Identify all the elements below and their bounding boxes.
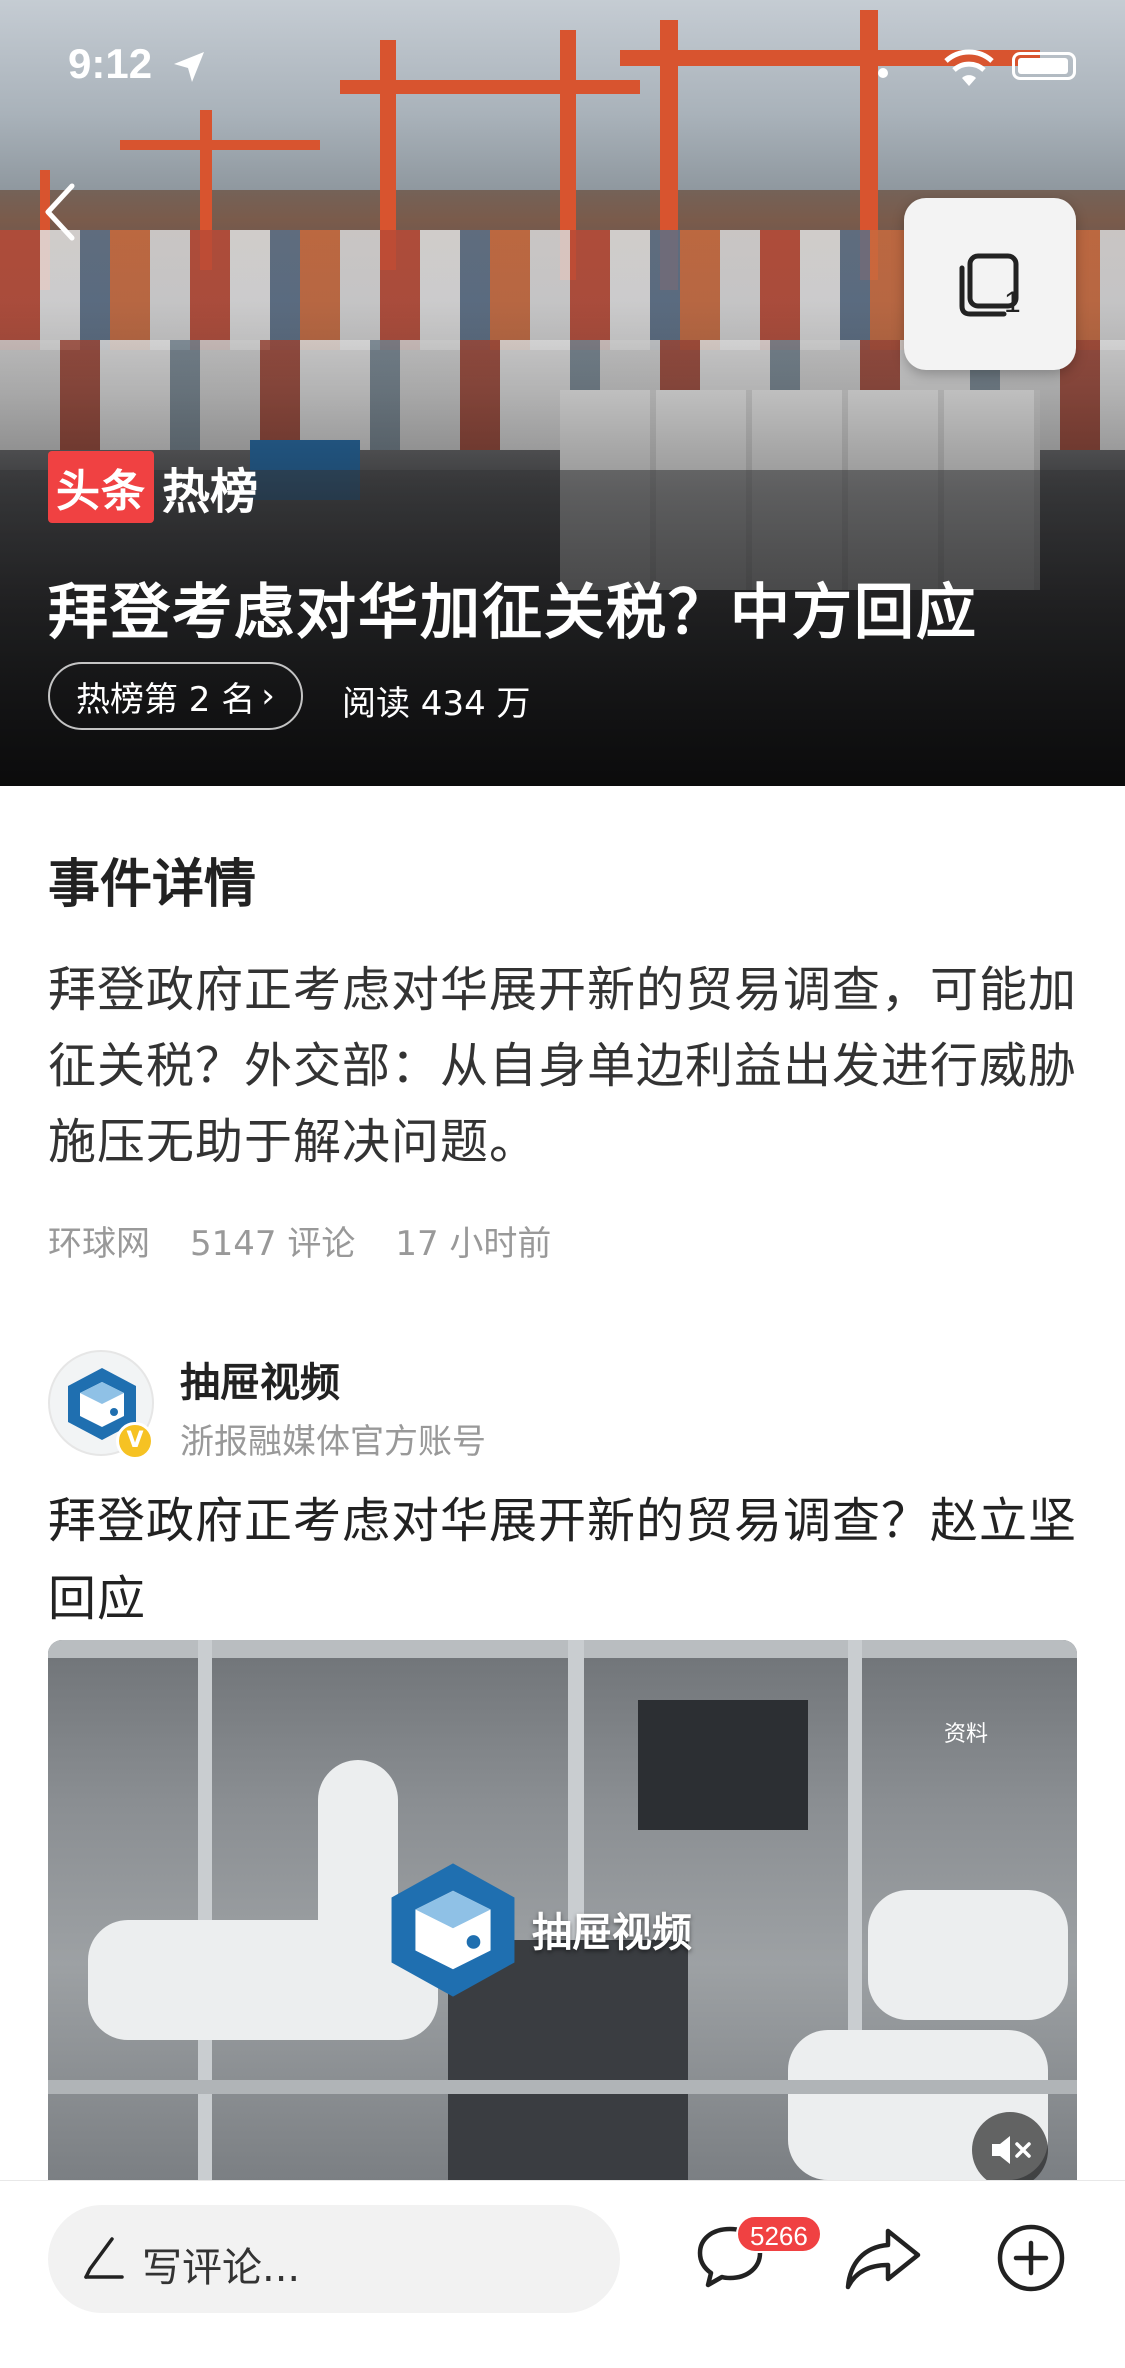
battery-icon	[1012, 52, 1076, 80]
location-arrow-icon	[174, 52, 204, 82]
avatar[interactable]: V	[48, 1350, 154, 1460]
video-logo-text: 抽屉视频	[532, 1910, 692, 1956]
video-tag: 资料	[944, 1722, 989, 1747]
video-frame-part	[48, 2080, 1077, 2094]
share-icon[interactable]	[844, 2225, 922, 2291]
event-source[interactable]: 环球网	[48, 1216, 150, 1265]
video-frame-part	[318, 1760, 398, 1990]
chevron-right-icon: ›	[261, 676, 275, 716]
pen-icon	[84, 2237, 124, 2279]
hero-title: 拜登考虑对华加征关税？中方回应	[48, 578, 978, 648]
video-player[interactable]: 抽屉视频 资料	[48, 1640, 1077, 2180]
back-icon[interactable]	[40, 180, 80, 244]
status-bar: 9:12	[0, 0, 1125, 130]
signal-icon	[878, 68, 888, 78]
comment-placeholder: 写评论...	[142, 2245, 301, 2291]
brand-white-label: 热榜	[162, 464, 259, 520]
wifi-icon	[944, 49, 994, 86]
mute-icon	[992, 2136, 1031, 2164]
author-name[interactable]: 抽屉视频	[180, 1350, 340, 1408]
post-title[interactable]: 拜登政府正考虑对华展开新的贸易调查？赵立坚回应	[48, 1482, 1078, 1638]
bottom-action-bar: 写评论... 5266	[0, 2180, 1125, 2368]
event-summary: 拜登政府正考虑对华展开新的贸易调查，可能加征关税？外交部：从自身单边利益出发进行…	[48, 962, 1078, 1170]
comment-input[interactable]: 写评论...	[48, 2205, 620, 2313]
video-frame-part	[638, 1700, 808, 1830]
video-frame-part	[198, 1640, 212, 2180]
video-frame-part	[868, 1890, 1068, 2020]
add-icon[interactable]	[996, 2223, 1066, 2293]
crane-arm	[120, 140, 320, 150]
tabs-button[interactable]: 1	[904, 198, 1076, 370]
comment-count-badge: 5266	[736, 2215, 822, 2253]
read-count: 阅读 434 万	[342, 684, 531, 724]
rank-label: 热榜第 2 名	[76, 679, 256, 720]
video-channel-logo-icon	[391, 1863, 515, 1997]
brand-red-label: 头条	[48, 451, 154, 523]
event-time: 17 小时前	[395, 1224, 552, 1264]
section-title: 事件详情	[48, 855, 257, 915]
verified-badge: V	[116, 1422, 154, 1460]
tabs-count: 1	[1004, 286, 1021, 319]
mute-button[interactable]	[972, 2112, 1048, 2180]
hot-rank-button[interactable]: 热榜第 2 名 ›	[48, 662, 303, 730]
status-time: 9:12	[68, 40, 153, 87]
event-comments[interactable]: 5147 评论	[190, 1216, 355, 1265]
toutiao-hot-logo: 头条 热榜	[48, 451, 258, 523]
event-meta: 环球网 5147 评论 17 小时前	[48, 1216, 551, 1265]
author-description: 浙报融媒体官方账号	[180, 1422, 486, 1462]
